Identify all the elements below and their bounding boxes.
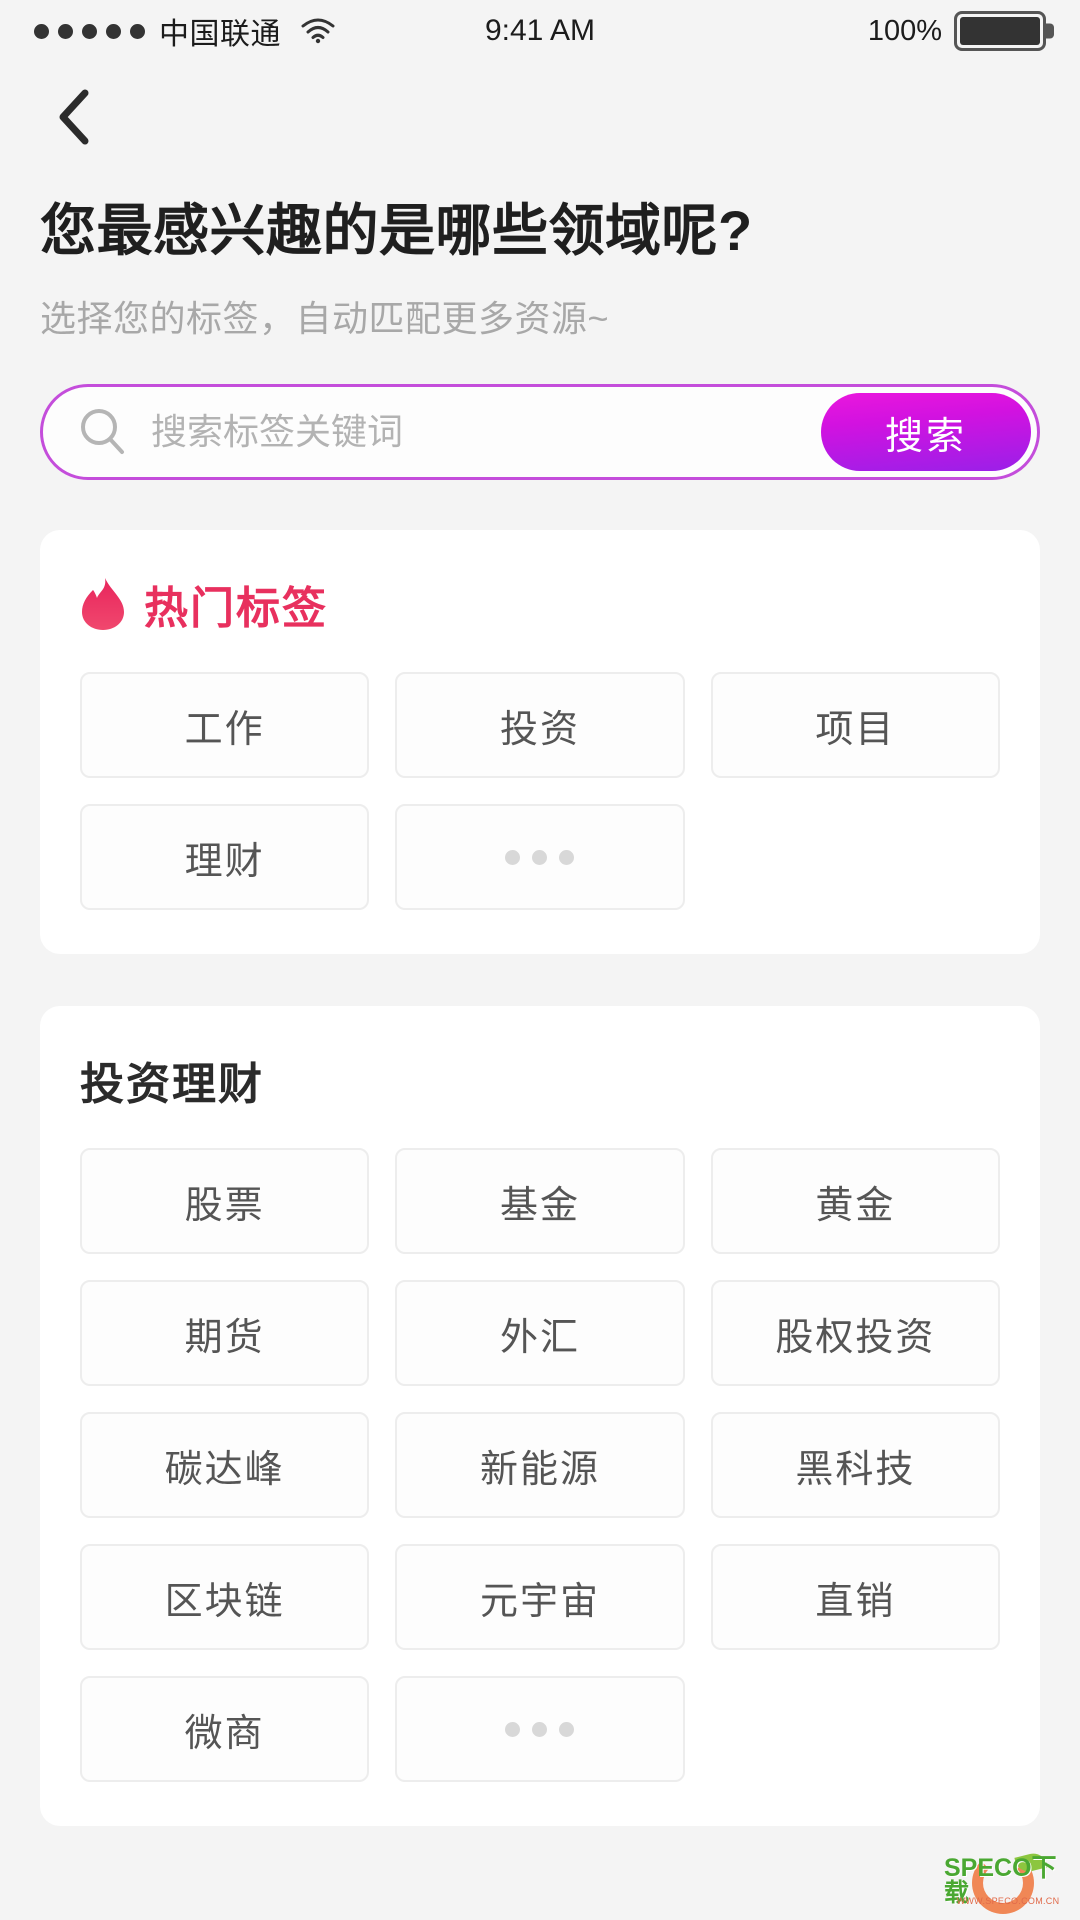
status-bar-left: 中国联通 [34, 9, 335, 53]
tag-chip[interactable]: 投资 [395, 672, 685, 779]
carrier-label: 中国联通 [159, 18, 281, 51]
search-section: 搜索 [0, 342, 1080, 481]
show-more-tags-button[interactable] [395, 804, 685, 911]
watermark-url: WWW.SPECO.COM.CN [956, 1896, 1060, 1906]
status-bar: 中国联通 9:41 AM 100% [0, 0, 1080, 62]
hot-tags-card: 热门标签 工作 投资 项目 理财 [40, 530, 1040, 955]
investment-grid: 股票 基金 黄金 期货 外汇 股权投资 碳达峰 新能源 黑科技 区块链 元宇宙 … [80, 1148, 1000, 1783]
battery-icon [954, 11, 1046, 51]
tag-chip[interactable]: 微商 [80, 1676, 370, 1783]
page-title: 您最感兴趣的是哪些领域呢? [40, 199, 753, 262]
chevron-left-icon [55, 88, 95, 146]
status-bar-right: 100% [868, 11, 1046, 51]
tag-chip[interactable]: 外汇 [395, 1280, 685, 1387]
tag-chip[interactable]: 股权投资 [710, 1280, 1000, 1387]
hot-tags-grid: 工作 投资 项目 理财 [80, 672, 1000, 911]
investment-card: 投资理财 股票 基金 黄金 期货 外汇 股权投资 碳达峰 新能源 黑科技 区块链… [40, 1006, 1040, 1827]
tag-chip[interactable]: 碳达峰 [80, 1412, 370, 1519]
tag-chip[interactable]: 直销 [710, 1544, 1000, 1651]
tag-chip[interactable]: 黑科技 [710, 1412, 1000, 1519]
tag-chip[interactable]: 基金 [395, 1148, 685, 1255]
back-button[interactable] [40, 82, 110, 152]
phone-screen: 中国联通 9:41 AM 100% 您最感兴趣的是哪些领域呢? 选择您的标签，自… [0, 0, 1080, 1920]
tag-chip[interactable]: 黄金 [710, 1148, 1000, 1255]
tag-chip[interactable]: 项目 [710, 672, 1000, 779]
flame-icon [80, 577, 126, 631]
tag-chip[interactable]: 新能源 [395, 1412, 685, 1519]
tag-chip[interactable]: 区块链 [80, 1544, 370, 1651]
tag-chip[interactable]: 期货 [80, 1280, 370, 1387]
tag-chip[interactable]: 理财 [80, 804, 370, 911]
page-subtitle: 选择您的标签，自动匹配更多资源~ [40, 298, 610, 340]
battery-percent-label: 100% [867, 14, 942, 47]
page-heading-block: 您最感兴趣的是哪些领域呢? 选择您的标签，自动匹配更多资源~ [0, 172, 1080, 342]
hot-tags-header: 热门标签 [80, 572, 1000, 636]
investment-title: 投资理财 [80, 1060, 264, 1110]
search-button[interactable]: 搜索 [821, 393, 1031, 472]
tag-chip[interactable]: 工作 [80, 672, 370, 779]
tag-chip[interactable]: 股票 [80, 1148, 370, 1255]
hot-tags-title: 热门标签 [144, 584, 328, 634]
search-input[interactable] [129, 411, 821, 454]
watermark: SPECO下载 WWW.SPECO.COM.CN [944, 1846, 1072, 1916]
wifi-icon [301, 18, 335, 44]
tag-chip[interactable]: 元宇宙 [395, 1544, 685, 1651]
nav-bar [0, 62, 1080, 172]
search-icon [77, 406, 129, 458]
show-more-tags-button[interactable] [395, 1676, 685, 1783]
signal-strength-icon [34, 23, 145, 39]
search-bar[interactable]: 搜索 [40, 384, 1040, 481]
